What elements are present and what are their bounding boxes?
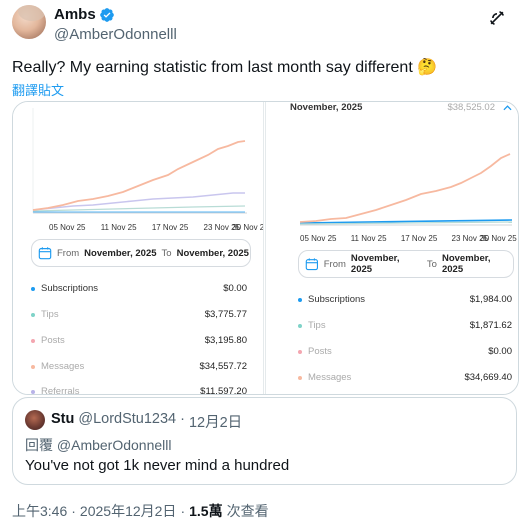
row-label: Messages — [41, 361, 85, 372]
earnings-screenshot-2[interactable]: November, 2025 $38,525.02 05 Nov 25 11 N… — [266, 102, 518, 394]
series-dot — [298, 375, 302, 380]
earnings-row: Referrals $11,597.20 — [31, 386, 247, 394]
quote-avatar[interactable] — [25, 410, 45, 430]
earnings-row: Posts $0.00 — [298, 346, 512, 357]
earnings-row: Tips $1,871.62 — [298, 320, 512, 331]
to-value: November, 2025 — [176, 247, 249, 259]
earnings-row: Subscriptions $0.00 — [31, 283, 247, 294]
verified-badge-icon — [99, 7, 114, 22]
quote-reply-context: 回覆 @AmberOdonnelll — [25, 435, 172, 455]
row-value: $3,775.77 — [204, 309, 247, 320]
x-tick: 11 Nov 25 — [100, 223, 137, 232]
quote-separator: · — [180, 411, 185, 427]
tweet-text: Really? My earning statistic from last m… — [12, 59, 438, 76]
reply-to-handle[interactable]: @AmberOdonnelll — [57, 437, 172, 453]
earnings-row: Messages $34,669.40 — [298, 372, 512, 383]
series-dot — [31, 338, 35, 343]
from-value: November, 2025 — [84, 247, 157, 259]
row-value: $11,597.20 — [200, 386, 247, 394]
x-tick: 17 Nov 25 — [151, 223, 189, 232]
earnings-line-chart-1 — [32, 108, 247, 214]
to-label: To — [426, 258, 437, 270]
row-label: Subscriptions — [308, 294, 366, 305]
row-label: Messages — [308, 372, 352, 383]
translate-link[interactable]: 翻譯貼文 — [12, 80, 64, 99]
row-label: Posts — [308, 346, 332, 357]
row-label: Posts — [41, 335, 65, 346]
x-tick: 05 Nov 25 — [49, 223, 86, 232]
reply-prefix: 回覆 — [25, 437, 53, 453]
date-filter-2[interactable]: From November, 2025 To November, 2025 — [298, 250, 514, 278]
series-dot — [298, 349, 302, 354]
row-value: $1,984.00 — [469, 294, 512, 305]
quote-author-handle[interactable]: @LordStu1234 — [78, 411, 176, 432]
to-value: November, 2025 — [441, 253, 491, 275]
calendar-icon — [305, 258, 319, 271]
author-name-row: Ambs — [54, 6, 115, 23]
row-value: $0.00 — [488, 346, 512, 357]
quoted-tweet[interactable]: Stu @LordStu1234 · 12月2日 回覆 @AmberOdonne… — [12, 397, 517, 485]
tweet-date[interactable]: 2025年12月2日 — [80, 501, 177, 521]
grok-icon[interactable] — [487, 8, 507, 28]
series-dot — [31, 286, 35, 291]
author-handle[interactable]: @AmberOdonnelll — [54, 26, 177, 43]
tweet-time[interactable]: 上午3:46 — [12, 501, 67, 521]
to-label: To — [161, 247, 172, 259]
views-count: 1.5萬 — [189, 503, 223, 519]
quote-date[interactable]: 12月2日 — [189, 411, 242, 432]
earnings-row: Messages $34,557.72 — [31, 361, 247, 372]
earnings-row: Subscriptions $1,984.00 — [298, 294, 512, 305]
row-value: $1,871.62 — [469, 320, 512, 331]
calendar-icon — [38, 247, 52, 260]
views-label: 次查看 — [226, 503, 269, 519]
series-dot — [298, 297, 302, 302]
date-filter-1[interactable]: From November, 2025 To November, 2025 — [31, 239, 251, 267]
x-tick: 05 Nov 25 — [300, 234, 337, 243]
earnings-row: Posts $3,195.80 — [31, 335, 247, 346]
x-tick-labels-2: 05 Nov 25 11 Nov 25 17 Nov 25 23 Nov 25 … — [300, 234, 517, 243]
quote-author-name[interactable]: Stu — [51, 411, 74, 432]
row-label: Tips — [41, 309, 59, 320]
tweet-meta: 上午3:46 · 2025年12月2日 · 1.5萬 次查看 — [12, 501, 269, 521]
author-avatar[interactable] — [12, 5, 46, 39]
row-value: $34,557.72 — [199, 361, 247, 372]
author-name[interactable]: Ambs — [54, 6, 96, 23]
series-dot — [298, 323, 302, 328]
tweet-media[interactable]: 05 Nov 25 11 Nov 25 17 Nov 25 23 Nov 25 … — [12, 101, 519, 395]
earnings-line-chart-2 — [299, 153, 513, 226]
row-value: $0.00 — [223, 283, 247, 294]
x-tick: 30 Nov 25 — [232, 223, 263, 232]
earnings-screenshot-1[interactable]: 05 Nov 25 11 Nov 25 17 Nov 25 23 Nov 25 … — [13, 102, 263, 394]
meta-separator: · — [71, 503, 76, 519]
series-dot — [31, 389, 35, 394]
x-tick: 11 Nov 25 — [350, 234, 387, 243]
from-label: From — [57, 247, 80, 259]
row-value: $3,195.80 — [204, 335, 247, 346]
earnings-row: Tips $3,775.77 — [31, 309, 247, 320]
x-tick: 17 Nov 25 — [400, 234, 438, 243]
row-label: Tips — [308, 320, 326, 331]
row-label: Referrals — [41, 386, 80, 394]
row-value: $34,669.40 — [464, 372, 512, 383]
x-tick: 30 Nov 25 — [480, 234, 517, 243]
row-label: Subscriptions — [41, 283, 99, 294]
meta-separator: · — [180, 503, 186, 519]
from-value: November, 2025 — [350, 253, 400, 275]
from-label: From — [323, 258, 346, 270]
series-dot — [31, 312, 35, 317]
quote-text: You've not got 1k never mind a hundred — [25, 457, 290, 474]
quote-header: Stu @LordStu1234 · 12月2日 — [51, 411, 242, 432]
x-tick-labels-1: 05 Nov 25 11 Nov 25 17 Nov 25 23 Nov 25 … — [49, 223, 263, 232]
series-dot — [31, 364, 35, 369]
